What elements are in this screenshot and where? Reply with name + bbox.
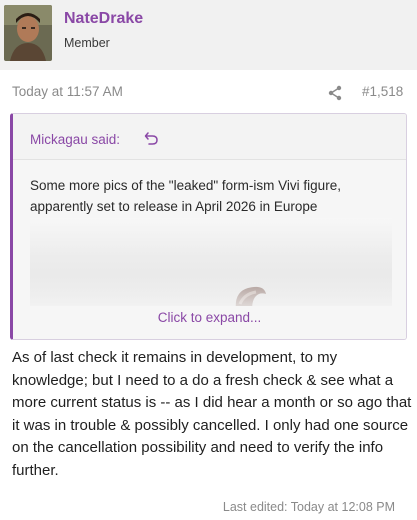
share-icon[interactable]: [328, 85, 342, 101]
user-header: NateDrake Member: [0, 0, 417, 70]
arrow-back-icon[interactable]: [144, 131, 159, 146]
quote-author-link[interactable]: Mickagau said:: [30, 132, 120, 147]
quote-block: Mickagau said: Some more pics of the "le…: [10, 113, 407, 340]
post-date-link[interactable]: Today at 11:57 AM: [12, 84, 123, 99]
click-to-expand-link[interactable]: Click to expand...: [13, 310, 406, 325]
post-meta: Today at 11:57 AM #1,518: [0, 78, 417, 108]
quote-text: Some more pics of the "leaked" form-ism …: [30, 178, 341, 214]
post-body: As of last check it remains in developme…: [12, 349, 412, 479]
expand-fade: [13, 274, 406, 339]
last-edited: Last edited: Today at 12:08 PM: [222, 500, 395, 514]
avatar[interactable]: [4, 5, 52, 61]
quote-header: Mickagau said:: [13, 114, 406, 160]
user-title: Member: [64, 36, 110, 50]
username-link[interactable]: NateDrake: [64, 10, 143, 28]
post-number-link[interactable]: #1,518: [362, 84, 403, 99]
